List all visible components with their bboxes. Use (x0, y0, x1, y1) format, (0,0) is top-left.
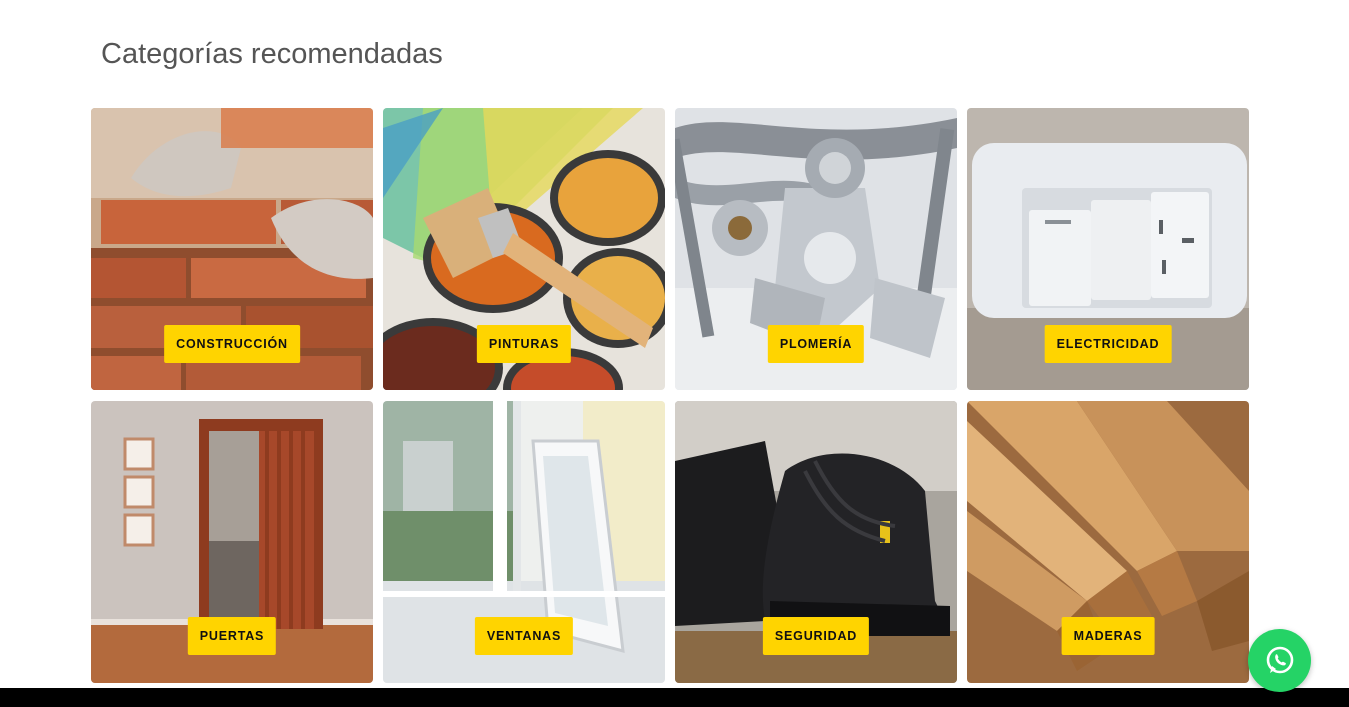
category-tile-puertas[interactable]: PUERTAS (91, 401, 373, 683)
category-label: VENTANAS (474, 617, 574, 655)
category-tile-plomeria[interactable]: PLOMERÍA (675, 108, 957, 390)
category-label: MADERAS (1061, 617, 1155, 655)
category-label: SEGURIDAD (762, 617, 870, 655)
category-tile-pinturas[interactable]: PINTURAS (383, 108, 665, 390)
category-label: ELECTRICIDAD (1044, 325, 1172, 363)
category-label: PINTURAS (476, 325, 572, 363)
category-tile-electricidad[interactable]: ELECTRICIDAD (967, 108, 1249, 390)
category-tile-maderas[interactable]: MADERAS (967, 401, 1249, 683)
page: Categorías recomendadas CONSTRUCCIÓN PIN… (0, 0, 1349, 707)
whatsapp-icon (1266, 646, 1293, 673)
bottom-bar (0, 688, 1349, 707)
category-tile-ventanas[interactable]: VENTANAS (383, 401, 665, 683)
category-label: CONSTRUCCIÓN (164, 325, 300, 363)
categories-grid: CONSTRUCCIÓN PINTURAS PLOMERÍA ELECTRICI… (91, 108, 1251, 683)
whatsapp-button[interactable] (1248, 629, 1311, 692)
category-tile-construccion[interactable]: CONSTRUCCIÓN (91, 108, 373, 390)
section-title: Categorías recomendadas (101, 38, 443, 70)
category-label: PUERTAS (187, 617, 277, 655)
category-label: PLOMERÍA (767, 325, 865, 363)
category-tile-seguridad[interactable]: SEGURIDAD (675, 401, 957, 683)
